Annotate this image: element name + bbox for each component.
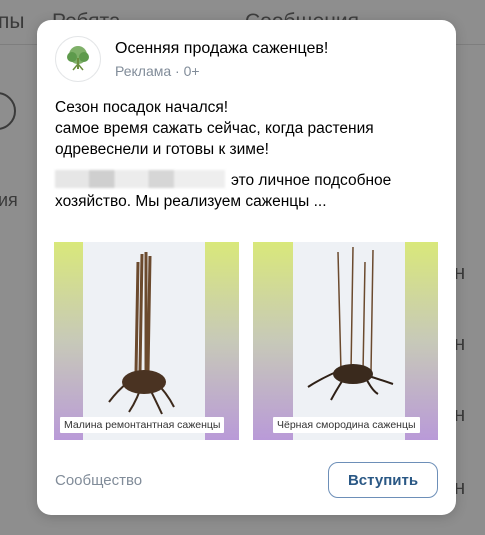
ad-title[interactable]: Осенняя продажа саженцев! — [115, 40, 328, 58]
ad-text: Сезон посадок начался! самое время сажат… — [55, 97, 440, 212]
community-label: Сообщество — [55, 472, 143, 489]
image-caption: Чёрная смородина саженцы — [273, 417, 420, 433]
community-avatar[interactable] — [55, 36, 101, 82]
background-circle-icon — [0, 92, 16, 130]
background-top-text: пы — [0, 10, 25, 33]
ad-text-line: Сезон посадок начался! — [55, 99, 229, 116]
ad-text-line: самое время сажать сейчас, когда растени… — [55, 120, 374, 158]
image-caption: Малина ремонтантная саженцы — [60, 417, 225, 433]
join-button[interactable]: Вступить — [328, 462, 438, 498]
tree-logo-icon — [67, 46, 89, 71]
background-side-text: ия — [0, 190, 18, 210]
ad-header: Осенняя продажа саженцев! Реклама · 0+ — [55, 36, 435, 84]
ad-card: Осенняя продажа саженцев! Реклама · 0+ С… — [37, 20, 456, 515]
ad-images: Малина ремонтантная саженцы Чёрная сморо… — [54, 242, 438, 440]
ad-image-currant[interactable]: Чёрная смородина саженцы — [253, 242, 438, 440]
blurred-text — [55, 170, 225, 188]
ad-meta: Реклама · 0+ — [115, 63, 200, 79]
ad-image-raspberry[interactable]: Малина ремонтантная саженцы — [54, 242, 239, 440]
